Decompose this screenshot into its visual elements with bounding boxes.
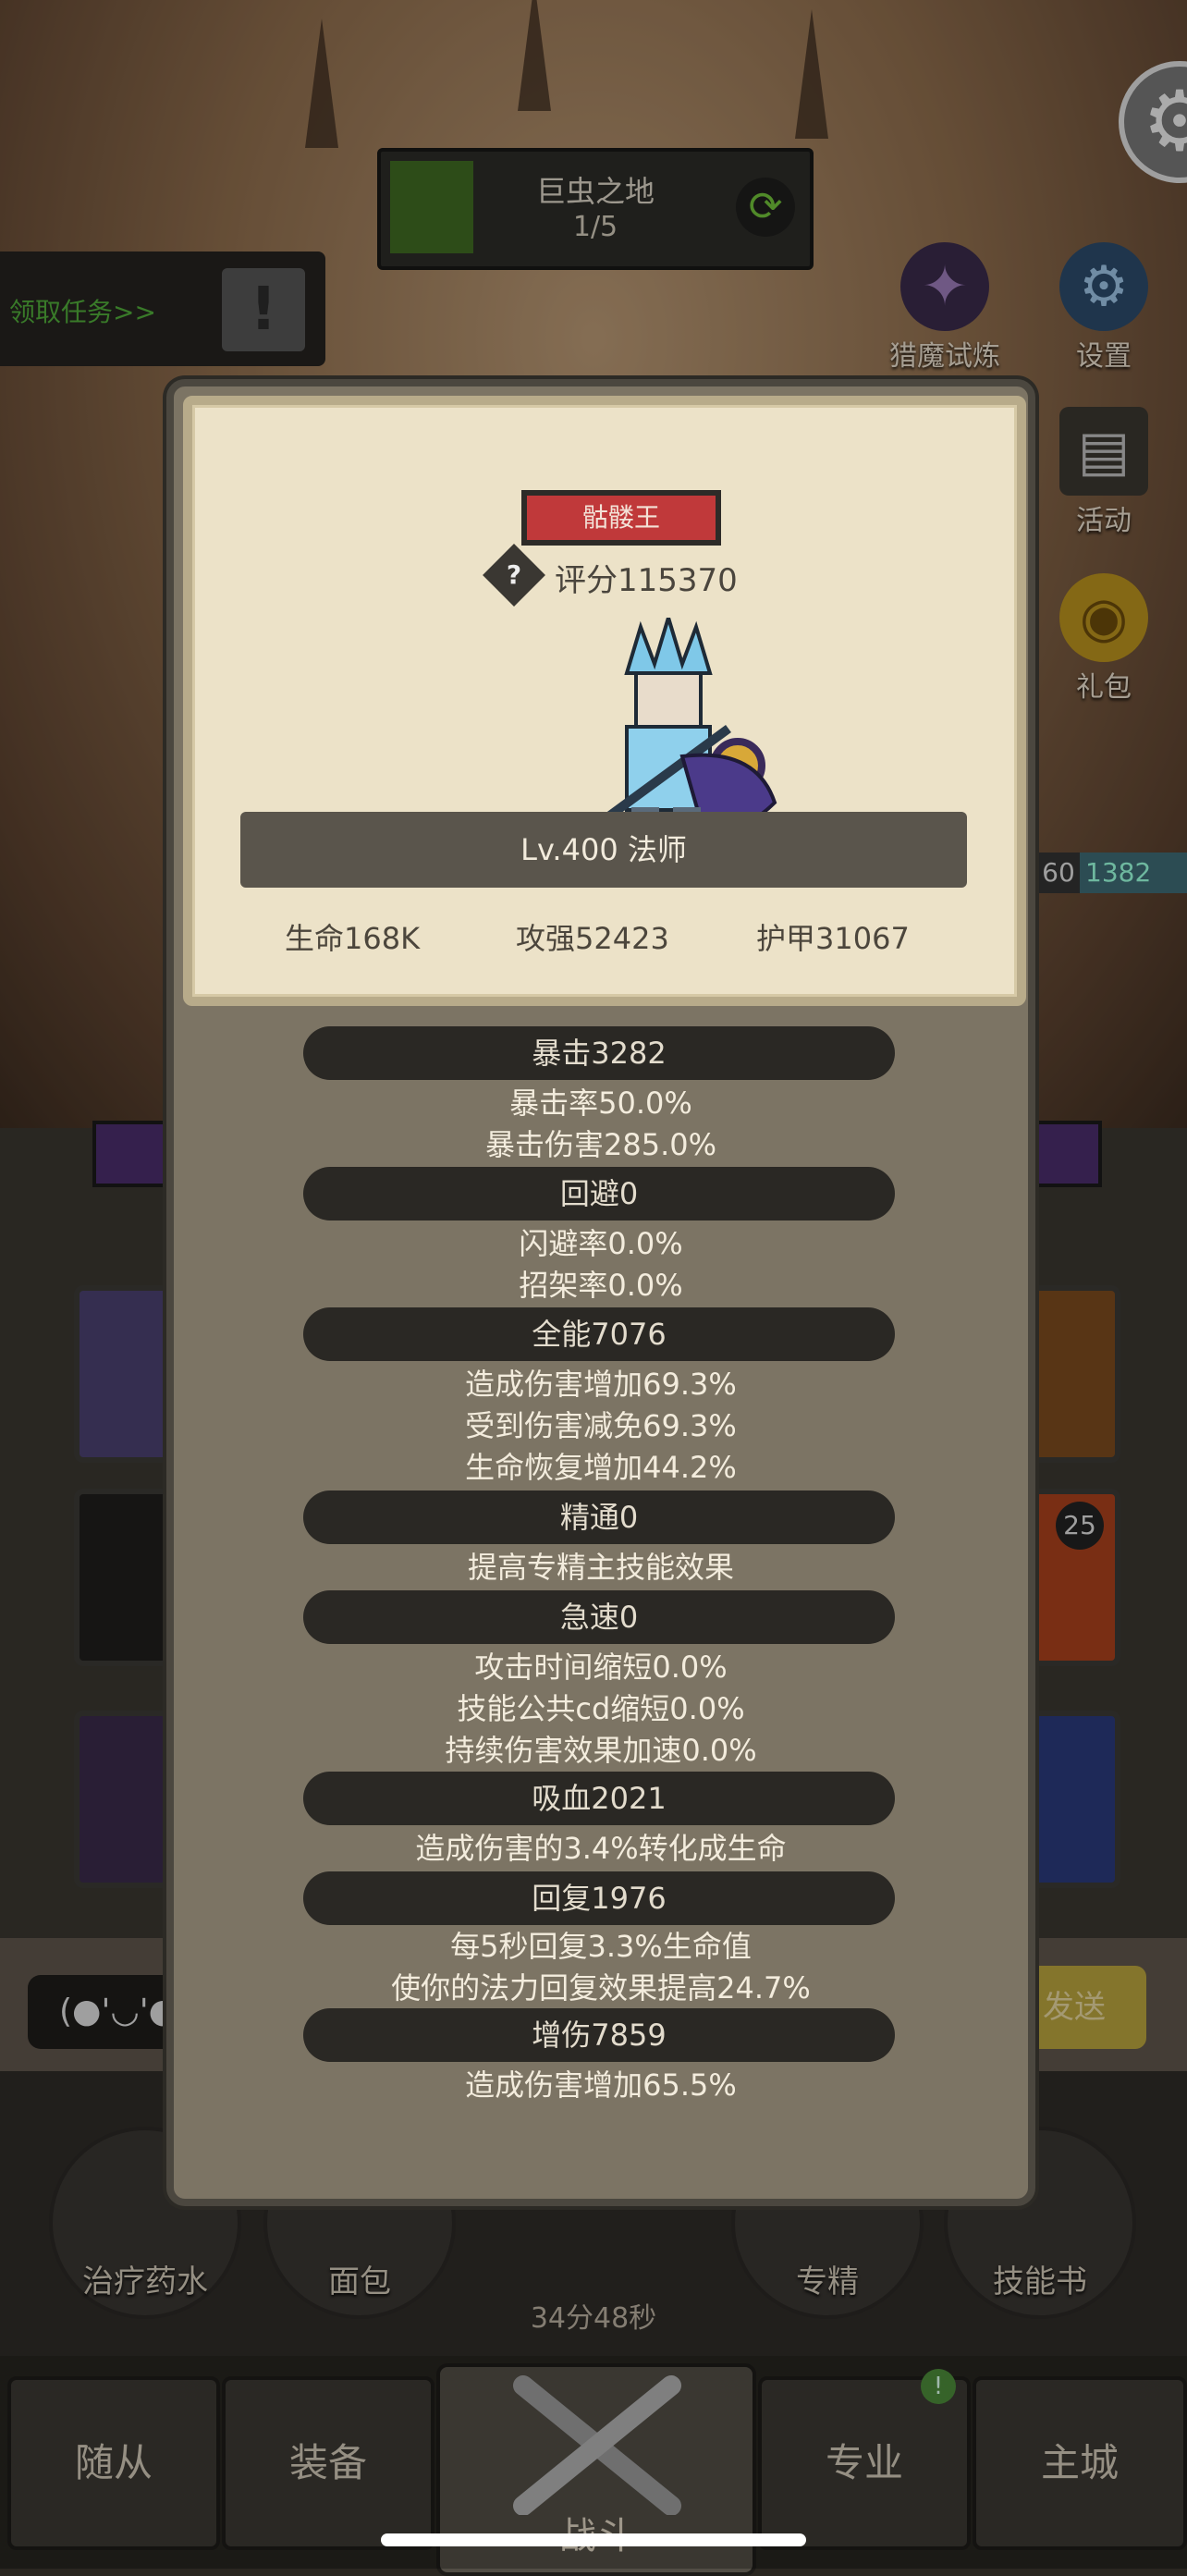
question-icon[interactable]: ?	[483, 544, 545, 607]
parry-rate: 招架率0.0%	[519, 1268, 683, 1303]
haste-attack-time: 攻击时间缩短0.0%	[474, 1650, 728, 1685]
hero-name-badge: 骷髅王	[521, 490, 721, 546]
regen-hp: 每5秒回复3.3%生命值	[450, 1929, 752, 1964]
damage-up-effect: 造成伤害增加65.5%	[465, 2067, 737, 2103]
hero-score: 评分115370	[555, 562, 738, 599]
dodge-rate: 闪避率0.0%	[519, 1226, 683, 1261]
hero-hp: 生命168K	[285, 921, 421, 956]
home-indicator	[381, 2533, 806, 2546]
dodge-header: 回避0	[303, 1167, 895, 1221]
hero-level-class: Lv.400 法师	[240, 812, 967, 888]
crit-rate: 暴击率50.0%	[509, 1086, 692, 1121]
haste-dot: 持续伤害效果加速0.0%	[445, 1733, 757, 1768]
mastery-header: 精通0	[303, 1490, 895, 1544]
damage-up-header: 增伤7859	[303, 2008, 895, 2062]
versatility-healing: 生命恢复增加44.2%	[465, 1450, 737, 1485]
lifesteal-header: 吸血2021	[303, 1772, 895, 1825]
haste-header: 急速0	[303, 1590, 895, 1644]
character-stats-dialog: 骷髅王 ? 评分115370 Lv.400 法师 生命168K 攻强52423 …	[166, 379, 1035, 2206]
versatility-header: 全能7076	[303, 1307, 895, 1361]
regen-header: 回复1976	[303, 1871, 895, 1925]
haste-gcd: 技能公共cd缩短0.0%	[457, 1691, 745, 1726]
versatility-reduction: 受到伤害减免69.3%	[465, 1408, 737, 1443]
hero-attack: 攻强52423	[516, 921, 669, 956]
crit-damage: 暴击伤害285.0%	[484, 1127, 717, 1162]
hero-card: 骷髅王 ? 评分115370 Lv.400 法师 生命168K 攻强52423 …	[183, 396, 1026, 1006]
regen-mana: 使你的法力回复效果提高24.7%	[391, 1970, 811, 2006]
mastery-effect: 提高专精主技能效果	[467, 1550, 734, 1585]
hero-armor: 护甲31067	[756, 921, 910, 956]
versatility-damage: 造成伤害增加69.3%	[465, 1367, 737, 1402]
lifesteal-effect: 造成伤害的3.4%转化成生命	[415, 1831, 787, 1866]
crit-header: 暴击3282	[303, 1026, 895, 1080]
